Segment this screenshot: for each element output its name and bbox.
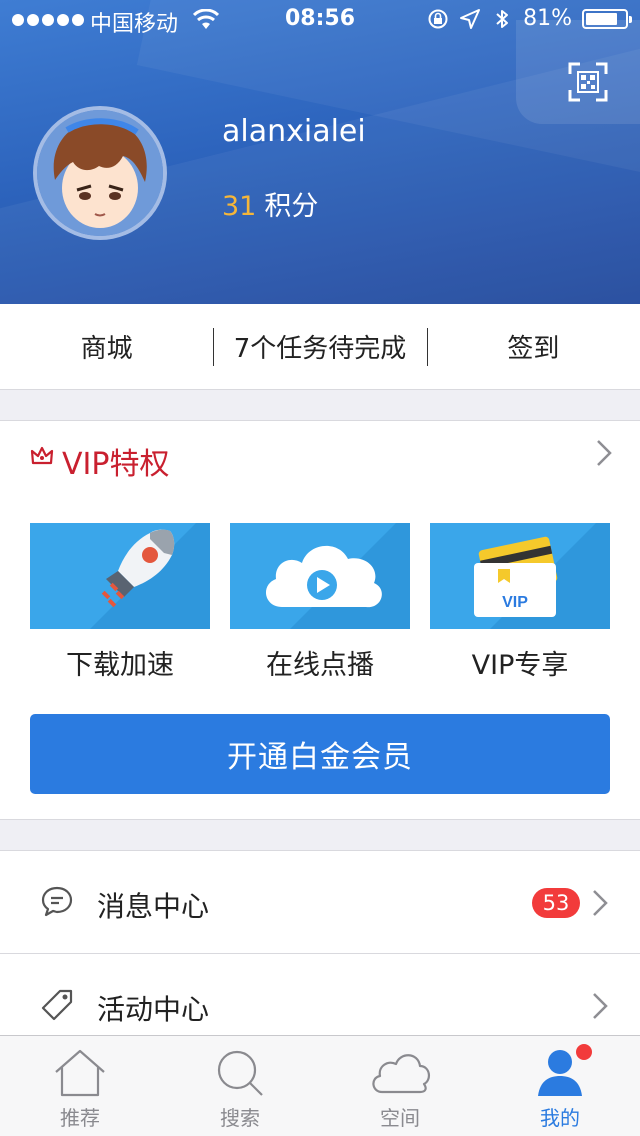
tab-space[interactable]: 空间 [320, 1036, 480, 1136]
menu-item-label: 消息中心 [97, 890, 210, 923]
rocket-image [30, 523, 210, 629]
points-display[interactable]: 31 积分 [222, 184, 318, 223]
tile-label: 在线点播 [266, 650, 374, 681]
message-center-row[interactable]: 消息中心 53 [0, 851, 640, 954]
points-unit: 积分 [264, 191, 319, 222]
check-in-button[interactable]: 签到 [426, 304, 640, 389]
points-value: 31 [222, 191, 257, 222]
bluetooth-icon [496, 9, 509, 28]
status-bar: 中国移动 08:56 81% [0, 0, 640, 40]
online-play-tile[interactable]: 在线点播 [230, 523, 410, 682]
menu-item-label: 活动中心 [97, 993, 210, 1026]
username: alanxialei [222, 114, 366, 149]
notification-dot [576, 1044, 592, 1060]
cloud-play-image [230, 523, 410, 629]
vip-header[interactable]: VIP特权 [0, 421, 640, 497]
quick-actions-bar: 商城 7个任务待完成 签到 [0, 304, 640, 390]
profile-header: 中国移动 08:56 81% alanxialei 31 积分 [0, 0, 640, 304]
mall-button[interactable]: 商城 [0, 304, 213, 389]
location-icon [460, 8, 481, 29]
chat-bubble-icon [41, 886, 73, 917]
vip-title: VIP特权 [62, 447, 170, 482]
tab-label: 搜索 [220, 1106, 260, 1130]
tab-label: 推荐 [60, 1106, 100, 1130]
tab-bar: 推荐 搜索 空间 我的 [0, 1035, 640, 1136]
tab-label: 我的 [540, 1106, 580, 1130]
tab-recommend[interactable]: 推荐 [0, 1036, 160, 1136]
chevron-right-icon [593, 890, 608, 916]
battery-percent: 81% [523, 6, 572, 31]
tab-mine[interactable]: 我的 [480, 1036, 640, 1136]
avatar[interactable] [33, 106, 167, 240]
avatar-image [37, 110, 163, 236]
rotation-lock-icon [428, 9, 448, 28]
cloud-icon [372, 1054, 430, 1094]
tab-label: 空间 [380, 1106, 420, 1130]
download-boost-tile[interactable]: 下载加速 [30, 523, 210, 682]
chevron-right-icon [593, 993, 608, 1019]
search-icon [217, 1050, 263, 1096]
qr-code-icon [568, 62, 608, 102]
tab-search[interactable]: 搜索 [160, 1036, 320, 1136]
menu-list: 消息中心 53 活动中心 [0, 850, 640, 1057]
home-icon [55, 1049, 105, 1097]
tasks-button[interactable]: 7个任务待完成 [213, 304, 426, 389]
tag-icon [41, 989, 73, 1021]
open-vip-button[interactable]: 开通白金会员 [30, 714, 610, 794]
vip-card-image: VIP [430, 523, 610, 629]
tile-label: 下载加速 [66, 650, 174, 681]
vip-section: VIP特权 下载加速 在线点播 VIP VIP专享 开通白金会员 [0, 420, 640, 820]
vip-exclusive-tile[interactable]: VIP VIP专享 [430, 523, 610, 682]
chevron-right-icon [597, 440, 612, 466]
tile-label: VIP专享 [471, 650, 569, 681]
vip-card-text: VIP [502, 594, 528, 611]
crown-icon [30, 446, 54, 465]
unread-badge: 53 [532, 888, 580, 918]
battery-icon [582, 8, 632, 29]
